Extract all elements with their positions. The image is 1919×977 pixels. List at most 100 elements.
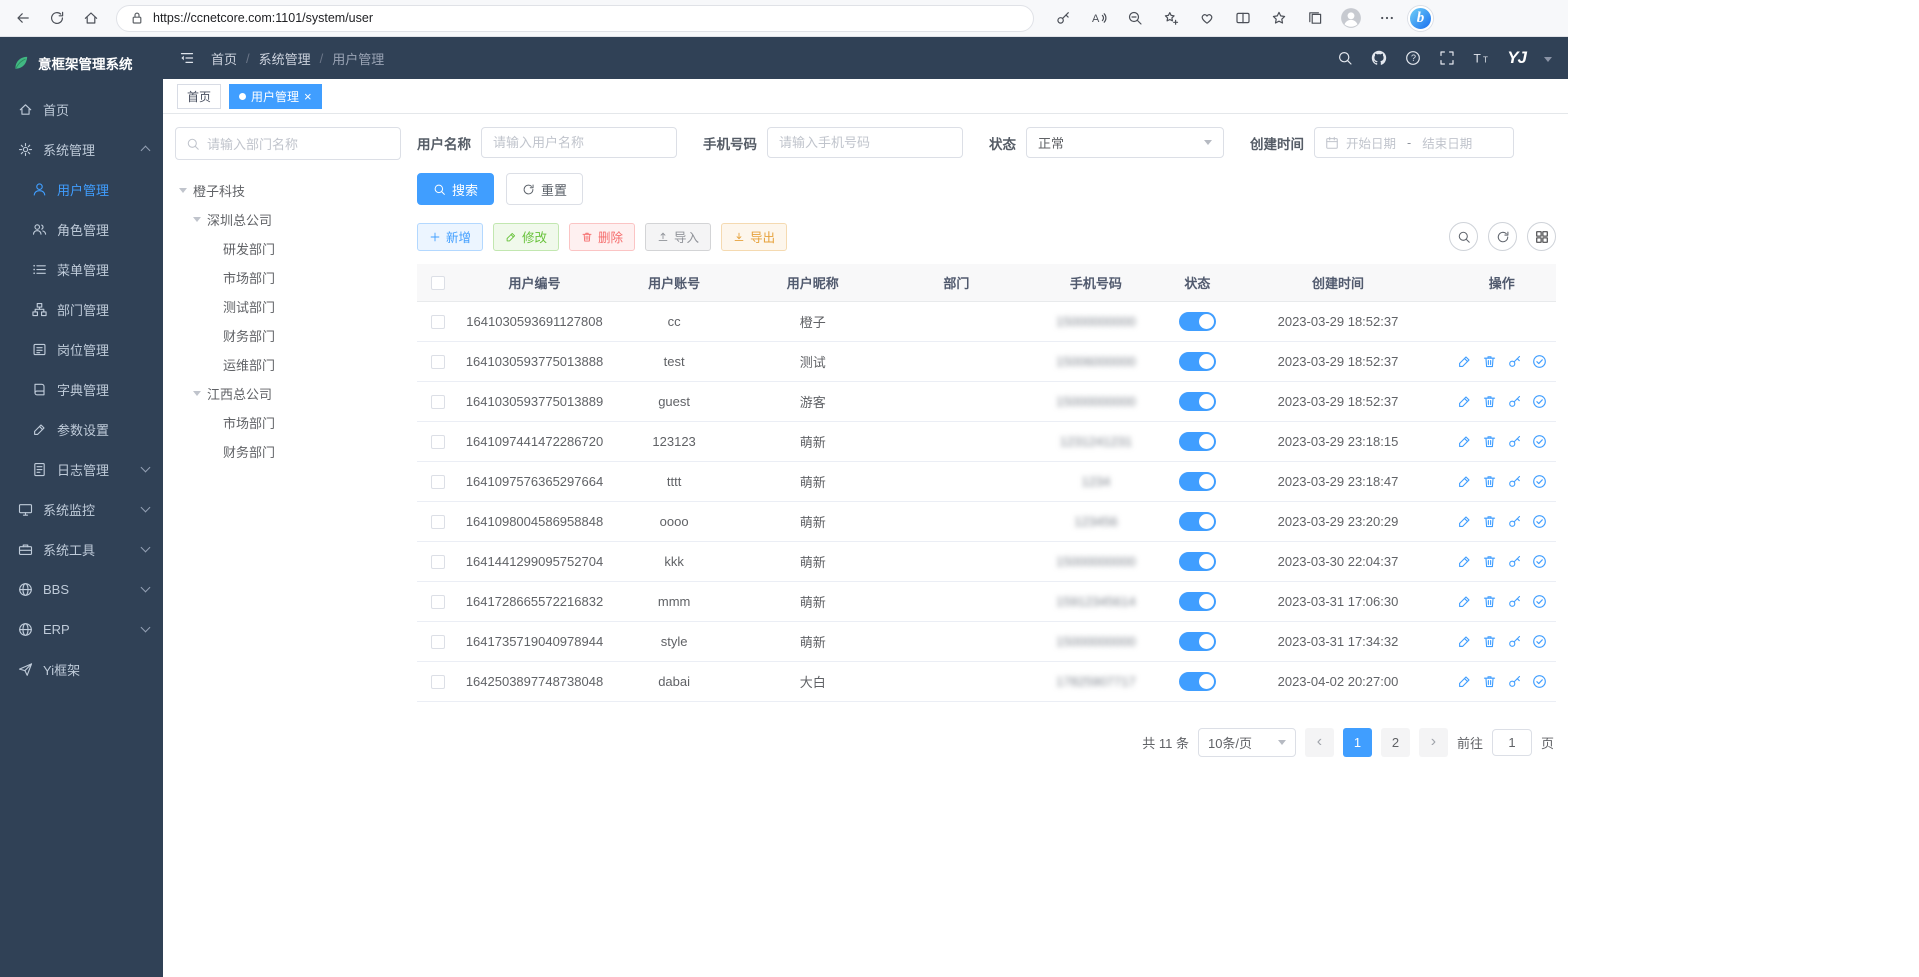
delete-button[interactable]: 删除 <box>569 223 635 251</box>
sidebar-item-dept[interactable]: 部门管理 <box>0 289 163 329</box>
edit-icon[interactable] <box>1457 394 1472 409</box>
tab-user-management[interactable]: 用户管理 × <box>229 84 322 109</box>
assign-role-icon[interactable] <box>1532 394 1547 409</box>
edit-icon[interactable] <box>1457 634 1472 649</box>
profile-avatar[interactable] <box>1336 3 1366 33</box>
tree-expand-caret-icon[interactable] <box>193 391 201 396</box>
assign-role-icon[interactable] <box>1532 634 1547 649</box>
read-aloud-icon[interactable]: A <box>1084 3 1114 33</box>
reset-password-icon[interactable] <box>1507 354 1522 369</box>
row-checkbox[interactable] <box>431 395 445 409</box>
search-icon-circle[interactable] <box>1449 222 1478 251</box>
delete-icon[interactable] <box>1482 434 1497 449</box>
sidebar-item-yi[interactable]: Yi框架 <box>0 649 163 689</box>
page-button-2[interactable]: 2 <box>1381 728 1410 757</box>
assign-role-icon[interactable] <box>1532 554 1547 569</box>
sidebar-item-role[interactable]: 角色管理 <box>0 209 163 249</box>
tree-node[interactable]: 财务部门 <box>175 321 401 350</box>
tree-expand-caret-icon[interactable] <box>193 217 201 222</box>
phone-input[interactable] <box>767 127 963 158</box>
date-range-picker[interactable]: 开始日期 - 结束日期 <box>1314 127 1514 158</box>
status-toggle[interactable] <box>1179 472 1216 491</box>
reset-password-icon[interactable] <box>1507 394 1522 409</box>
collections-icon[interactable] <box>1300 3 1330 33</box>
assign-role-icon[interactable] <box>1532 594 1547 609</box>
favorites-add-icon[interactable] <box>1156 3 1186 33</box>
import-button[interactable]: 导入 <box>645 223 711 251</box>
delete-icon[interactable] <box>1482 474 1497 489</box>
row-checkbox[interactable] <box>431 355 445 369</box>
split-screen-icon[interactable] <box>1228 3 1258 33</box>
reset-password-icon[interactable] <box>1507 514 1522 529</box>
select-all-checkbox[interactable] <box>431 276 445 290</box>
status-toggle[interactable] <box>1179 312 1216 331</box>
refresh-icon-circle[interactable] <box>1488 222 1517 251</box>
status-toggle[interactable] <box>1179 352 1216 371</box>
collapse-menu-icon[interactable] <box>179 50 195 66</box>
assign-role-icon[interactable] <box>1532 674 1547 689</box>
delete-icon[interactable] <box>1482 394 1497 409</box>
browser-home-icon[interactable] <box>76 3 106 33</box>
tree-node[interactable]: 研发部门 <box>175 234 401 263</box>
status-toggle[interactable] <box>1179 432 1216 451</box>
edit-icon[interactable] <box>1457 474 1472 489</box>
browser-essentials-icon[interactable] <box>1192 3 1222 33</box>
row-checkbox[interactable] <box>431 595 445 609</box>
key-icon[interactable] <box>1048 3 1078 33</box>
row-checkbox[interactable] <box>431 555 445 569</box>
search-button[interactable]: 搜索 <box>417 173 494 205</box>
sidebar-item-menu[interactable]: 菜单管理 <box>0 249 163 289</box>
row-checkbox[interactable] <box>431 515 445 529</box>
delete-icon[interactable] <box>1482 634 1497 649</box>
reset-button[interactable]: 重置 <box>506 173 583 205</box>
fullscreen-icon[interactable] <box>1439 50 1455 66</box>
address-bar[interactable]: https://ccnetcore.com:1101/system/user <box>116 5 1034 32</box>
back-icon[interactable] <box>8 3 38 33</box>
assign-role-icon[interactable] <box>1532 474 1547 489</box>
edit-icon[interactable] <box>1457 514 1472 529</box>
status-toggle[interactable] <box>1179 592 1216 611</box>
refresh-icon[interactable] <box>42 3 72 33</box>
tree-node[interactable]: 江西总公司 <box>175 379 401 408</box>
sidebar-item-config[interactable]: 参数设置 <box>0 409 163 449</box>
favorites-star-icon[interactable] <box>1264 3 1294 33</box>
sidebar-item-tools[interactable]: 系统工具 <box>0 529 163 569</box>
copilot-icon[interactable]: b <box>1408 6 1433 31</box>
sidebar-item-system[interactable]: 系统管理 <box>0 129 163 169</box>
sidebar-item-bbs[interactable]: BBS <box>0 569 163 609</box>
status-toggle[interactable] <box>1179 552 1216 571</box>
goto-page-input[interactable] <box>1492 729 1532 756</box>
tree-node[interactable]: 财务部门 <box>175 437 401 466</box>
more-icon[interactable] <box>1372 3 1402 33</box>
help-icon[interactable]: ? <box>1405 50 1421 66</box>
user-avatar[interactable]: YJ <box>1507 48 1526 68</box>
reset-password-icon[interactable] <box>1507 634 1522 649</box>
sidebar-item-monitor[interactable]: 系统监控 <box>0 489 163 529</box>
row-checkbox[interactable] <box>431 475 445 489</box>
edit-icon[interactable] <box>1457 594 1472 609</box>
sidebar-item-home[interactable]: 首页 <box>0 89 163 129</box>
zoom-out-icon[interactable] <box>1120 3 1150 33</box>
status-toggle[interactable] <box>1179 392 1216 411</box>
tree-node[interactable]: 市场部门 <box>175 263 401 292</box>
tree-node[interactable]: 橙子科技 <box>175 176 401 205</box>
reset-password-icon[interactable] <box>1507 594 1522 609</box>
modify-button[interactable]: 修改 <box>493 223 559 251</box>
row-checkbox[interactable] <box>431 435 445 449</box>
status-toggle[interactable] <box>1179 632 1216 651</box>
delete-icon[interactable] <box>1482 594 1497 609</box>
delete-icon[interactable] <box>1482 674 1497 689</box>
tree-node[interactable]: 市场部门 <box>175 408 401 437</box>
assign-role-icon[interactable] <box>1532 514 1547 529</box>
sidebar-item-erp[interactable]: ERP <box>0 609 163 649</box>
tree-node[interactable]: 深圳总公司 <box>175 205 401 234</box>
reset-password-icon[interactable] <box>1507 554 1522 569</box>
tree-node[interactable]: 测试部门 <box>175 292 401 321</box>
edit-icon[interactable] <box>1457 554 1472 569</box>
edit-icon[interactable] <box>1457 674 1472 689</box>
font-size-icon[interactable]: TT <box>1473 50 1489 66</box>
edit-icon[interactable] <box>1457 354 1472 369</box>
export-button[interactable]: 导出 <box>721 223 787 251</box>
edit-icon[interactable] <box>1457 434 1472 449</box>
status-select[interactable]: 正常 <box>1026 127 1224 158</box>
